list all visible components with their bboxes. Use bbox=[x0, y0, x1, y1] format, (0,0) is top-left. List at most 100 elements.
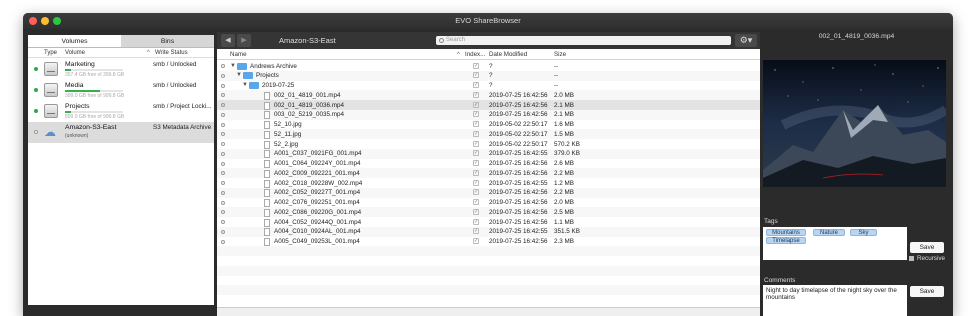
volume-row-amazon-s3-east[interactable]: ☁ Amazon-S3-East (unknown) S3 Metadata A… bbox=[28, 122, 214, 143]
gear-menu-button[interactable]: ⚙▾ bbox=[735, 34, 757, 47]
column-volume[interactable]: Volume bbox=[65, 50, 85, 56]
index-checkbox[interactable]: ✓ bbox=[473, 169, 479, 176]
index-checkbox[interactable]: ✓ bbox=[473, 238, 479, 244]
column-date-modified[interactable]: Date Modified bbox=[489, 51, 527, 58]
item-date-modified: 2019-07-25 16:42:56 bbox=[489, 218, 548, 226]
item-name: A002_C086_09220G_001.mp4 bbox=[274, 208, 362, 216]
disclosure-triangle-icon[interactable]: ▼ bbox=[236, 72, 242, 78]
item-size: 2.0 MB bbox=[554, 91, 574, 99]
column-name[interactable]: Name bbox=[230, 51, 247, 58]
tag-nature[interactable]: Nature bbox=[813, 229, 845, 236]
column-index[interactable]: Index... bbox=[465, 51, 485, 58]
index-checkbox[interactable]: ✓ bbox=[473, 218, 479, 225]
recursive-checkbox[interactable]: Recursive bbox=[909, 255, 945, 262]
drive-icon bbox=[44, 62, 58, 76]
forward-button[interactable]: ▶ bbox=[237, 34, 251, 47]
index-checkbox[interactable]: ✓ bbox=[473, 72, 479, 79]
file-row[interactable]: 003_02_5219_0035.mp4 ✓ 2019-07-25 16:42:56… bbox=[217, 109, 760, 120]
file-row[interactable]: A002_C009_092221_001.mp4 ✓ 2019-07-25 16:4… bbox=[217, 168, 760, 179]
close-window-button[interactable] bbox=[29, 17, 37, 25]
item-date-modified: 2019-07-25 16:42:55 bbox=[489, 228, 548, 236]
index-checkbox[interactable]: ✓ bbox=[473, 62, 479, 69]
index-checkbox[interactable]: ✓ bbox=[473, 189, 479, 196]
tags-field[interactable]: Mountains Nature Sky Timelapse bbox=[763, 227, 907, 260]
item-name: A002_C009_092221_001.mp4 bbox=[274, 169, 360, 177]
file-row[interactable]: A002_C052_09227T_001.mp4 ✓ 2019-07-25 16:4… bbox=[217, 187, 760, 198]
file-row[interactable]: A001_C037_0921FG_001.mp4 ✓ 2019-07-25 16:4… bbox=[217, 148, 760, 159]
column-size[interactable]: Size bbox=[554, 51, 566, 58]
item-name: 002_01_4819_001.mp4 bbox=[274, 91, 341, 99]
comments-field[interactable]: Night to day timelapse of the night sky … bbox=[763, 285, 907, 316]
cloud-icon: ☁ bbox=[44, 125, 56, 139]
volumes-bins-segmented-control: Volumes Bins bbox=[28, 35, 214, 48]
minimize-window-button[interactable] bbox=[41, 17, 49, 25]
file-row[interactable]: 52_11.jpg ✓ 2019-05-02 22:50:17 1.5 MB bbox=[217, 129, 760, 140]
folder-icon bbox=[243, 72, 253, 80]
save-comments-button[interactable]: Save bbox=[910, 286, 944, 297]
save-tags-button[interactable]: Save bbox=[910, 242, 944, 253]
item-name: A002_C076_092251_001.mp4 bbox=[274, 199, 360, 206]
folder-row[interactable]: ▼ 2019-07-25 ✓? -- bbox=[217, 81, 760, 91]
file-icon bbox=[264, 208, 270, 217]
offline-status-icon bbox=[34, 130, 38, 134]
folder-row[interactable]: ▼ Andrews Archive ✓? -- bbox=[217, 61, 760, 71]
file-row[interactable]: A002_C076_092251_001.mp4 ✓ 2019-07-25 16:4… bbox=[217, 198, 760, 208]
item-name: 003_02_5219_0035.mp4 bbox=[274, 111, 345, 119]
index-checkbox[interactable]: ✓ bbox=[473, 101, 479, 108]
index-checkbox[interactable]: ✓ bbox=[473, 208, 479, 215]
file-row[interactable]: A002_C018_09228W_002.mp4 ✓ 2019-07-25 16:4… bbox=[217, 178, 760, 188]
index-checkbox[interactable]: ✓ bbox=[473, 179, 479, 186]
volume-capacity: (unknown) bbox=[65, 133, 89, 139]
index-checkbox[interactable]: ✓ bbox=[473, 130, 479, 137]
folder-row[interactable]: ▼ Projects ✓? -- bbox=[217, 70, 760, 81]
file-icon bbox=[264, 169, 270, 178]
tag-mountains[interactable]: Mountains bbox=[766, 229, 806, 236]
file-row[interactable]: A004_C010_0924AL_001.mp4 ✓ 2019-07-25 16:4… bbox=[217, 226, 760, 237]
index-checkbox[interactable]: ✓ bbox=[473, 199, 479, 205]
column-type[interactable]: Type bbox=[44, 50, 57, 56]
volume-usage-bar bbox=[65, 69, 123, 71]
volume-row-media[interactable]: Media 399.0 GB free of 999.8 GB smb / Un… bbox=[28, 80, 214, 101]
volume-row-marketing[interactable]: Marketing 357.4 GB free of 399.8 GB smb … bbox=[28, 59, 214, 80]
current-volume-title: Amazon-S3-East bbox=[279, 36, 336, 45]
item-name: A002_C018_09228W_002.mp4 bbox=[274, 179, 363, 187]
video-preview[interactable] bbox=[763, 60, 946, 187]
index-checkbox[interactable]: ✓ bbox=[473, 91, 479, 98]
item-date-modified: ? bbox=[489, 82, 493, 89]
file-row[interactable]: A001_C064_09224Y_001.mp4 ✓ 2019-07-25 16:4… bbox=[217, 159, 760, 169]
volume-row-projects[interactable]: Projects 899.0 GB free of 999.8 GB smb /… bbox=[28, 101, 214, 122]
file-row[interactable]: 52_10.jpg ✓ 2019-05-02 22:50:17 1.6 MB bbox=[217, 120, 760, 130]
sync-status-icon bbox=[221, 112, 225, 117]
column-write-status[interactable]: Write Status bbox=[155, 50, 188, 56]
tag-sky[interactable]: Sky bbox=[850, 229, 877, 236]
browser-toolbar: ◀ ▶ Amazon-S3-East Search ⚙▾ bbox=[217, 32, 760, 49]
index-checkbox[interactable]: ✓ bbox=[473, 121, 479, 127]
disclosure-triangle-icon[interactable]: ▼ bbox=[242, 82, 248, 88]
tag-timelapse[interactable]: Timelapse bbox=[766, 237, 806, 244]
index-checkbox[interactable]: ✓ bbox=[473, 160, 479, 166]
search-input[interactable]: Search bbox=[436, 36, 731, 45]
disclosure-triangle-icon[interactable]: ▼ bbox=[230, 63, 236, 69]
file-row[interactable]: 52_2.jpg ✓ 2019-05-02 22:50:17 570.2 KB bbox=[217, 139, 760, 149]
volume-name: Marketing bbox=[65, 61, 95, 68]
back-button[interactable]: ◀ bbox=[221, 34, 235, 47]
index-checkbox[interactable]: ✓ bbox=[473, 228, 479, 235]
tab-bins[interactable]: Bins bbox=[121, 35, 214, 47]
index-checkbox[interactable]: ✓ bbox=[473, 150, 479, 157]
file-icon bbox=[264, 91, 270, 100]
sync-status-icon bbox=[221, 200, 225, 205]
item-size: 2.6 MB bbox=[554, 160, 574, 167]
file-row[interactable]: A004_C052_09244Q_001.mp4 ✓ 2019-07-25 16:4… bbox=[217, 217, 760, 227]
file-row[interactable]: A002_C086_09220G_001.mp4 ✓ 2019-07-25 16:4… bbox=[217, 207, 760, 218]
index-checkbox[interactable]: ✓ bbox=[473, 111, 479, 118]
volume-name: Amazon-S3-East bbox=[65, 124, 117, 131]
file-row[interactable]: 002_01_4819_0036.mp4 ✓ 2019-07-25 16:42:56… bbox=[217, 100, 760, 110]
file-row[interactable]: 002_01_4819_001.mp4 ✓ 2019-07-25 16:42:56 2… bbox=[217, 90, 760, 101]
horizontal-scrollbar[interactable] bbox=[217, 307, 760, 316]
file-row[interactable]: A005_C049_09253L_001.mp4 ✓ 2019-07-25 16:4… bbox=[217, 237, 760, 247]
preview-title: 002_01_4819_0036.mp4 bbox=[818, 33, 895, 40]
tab-volumes[interactable]: Volumes bbox=[28, 35, 121, 47]
zoom-window-button[interactable] bbox=[53, 17, 61, 25]
index-checkbox[interactable]: ✓ bbox=[473, 140, 479, 147]
index-checkbox[interactable]: ✓ bbox=[473, 82, 479, 88]
